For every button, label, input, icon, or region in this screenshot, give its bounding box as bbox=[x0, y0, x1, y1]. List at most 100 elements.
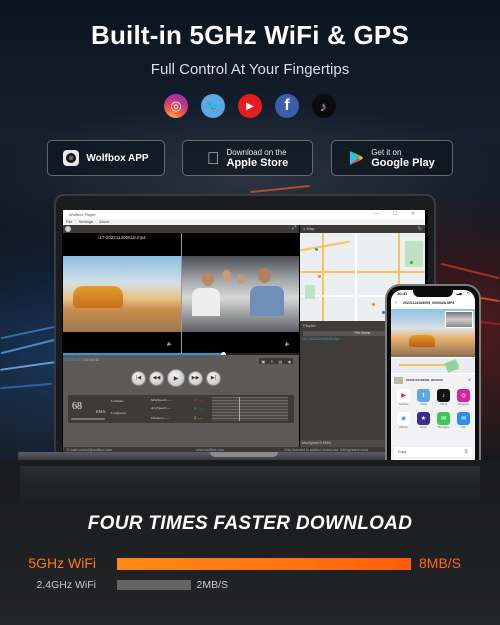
youtube-icon: ▶ bbox=[397, 389, 410, 402]
window-controls[interactable]: — ☐ ✕ bbox=[375, 210, 421, 219]
apple-store-big-label: Apple Store bbox=[220, 156, 289, 169]
youtube-icon[interactable]: ▶ bbox=[238, 94, 262, 118]
page-title: Built-in 5GHz WiFi & GPS bbox=[90, 20, 409, 50]
graph-cursor bbox=[239, 397, 240, 421]
page-subtitle: Full Control At Your Fingertips bbox=[150, 61, 350, 78]
rewind-icon: ◀◀ bbox=[152, 375, 161, 381]
tiktok-icon[interactable]: ♪ bbox=[312, 94, 336, 118]
fast-forward-icon: ▶▶ bbox=[191, 375, 200, 381]
distance-label: Distance:---- bbox=[151, 416, 169, 420]
share-sheet: 20221124163009_000032A ⊗ ▶ YouTube t Twitte… bbox=[391, 374, 475, 474]
front-camera-video bbox=[63, 256, 181, 332]
map-label: Map bbox=[306, 226, 315, 231]
map-park bbox=[444, 359, 460, 373]
fullscreen-icon[interactable]: ⤢ bbox=[292, 225, 296, 231]
apple-store-text: Download on the Apple Store bbox=[227, 148, 289, 169]
skip-forward-icon: ▶| bbox=[210, 375, 217, 381]
apple-store-button[interactable]:  Download on the Apple Store bbox=[182, 140, 313, 176]
skip-back-icon: |◀ bbox=[135, 375, 142, 381]
volume-icon[interactable]: 🔈 bbox=[285, 341, 291, 347]
share-app-youtube[interactable]: ▶ YouTube bbox=[394, 389, 413, 406]
mute-icon[interactable]: ◀ bbox=[287, 359, 290, 364]
copy-action[interactable]: Copy ⎘ bbox=[394, 447, 472, 457]
window-titlebar: Wolfbox Player — ☐ ✕ bbox=[63, 210, 425, 219]
share-app-tiktok[interactable]: ♪ TikTok bbox=[434, 389, 453, 406]
share-app-label: AirDrop bbox=[399, 426, 408, 429]
longitude-label: Longitude: bbox=[111, 411, 127, 415]
phone-screen: 10:41 ▂▄ ◠ ▭ ‹ 20221124163009_000032A.MP… bbox=[391, 290, 475, 474]
interior-camera-pane[interactable]: 🔈 bbox=[182, 233, 299, 353]
previous-file-button[interactable]: |◀ bbox=[131, 370, 146, 386]
facebook-icon[interactable]: f bbox=[275, 94, 299, 118]
max-speed-label: MaxSpeed:---- bbox=[151, 398, 172, 402]
share-app-messages[interactable]: ✉ Messages bbox=[434, 412, 453, 429]
settings-icon[interactable]: ✹ bbox=[270, 359, 273, 364]
wolfbox-app-button[interactable]: Wolfbox APP bbox=[47, 140, 165, 176]
next-file-button[interactable]: ▶| bbox=[206, 370, 221, 386]
share-app-twitter[interactable]: t Twitter bbox=[414, 389, 433, 406]
gsensor-graph bbox=[212, 397, 288, 421]
row-label: 5GHz WiFi bbox=[28, 555, 96, 571]
snapshot-icon[interactable]: ▤ bbox=[279, 359, 283, 364]
share-app-label: Messages bbox=[437, 426, 450, 429]
passenger-image bbox=[237, 274, 245, 284]
menu-file[interactable]: File bbox=[66, 219, 72, 224]
map-road bbox=[355, 233, 357, 321]
comparison-headline: FOUR TIMES FASTER DOWNLOAD bbox=[87, 513, 413, 534]
light-streak bbox=[0, 361, 55, 371]
google-play-icon bbox=[350, 151, 364, 165]
instagram-icon[interactable]: ◎ bbox=[164, 94, 188, 118]
gsensor-x: X: ---- bbox=[194, 398, 203, 402]
volume-icon[interactable]: 🔈 bbox=[167, 341, 173, 347]
fast-forward-button[interactable]: ▶▶ bbox=[188, 370, 203, 386]
save-icon[interactable]: ▣ bbox=[262, 359, 266, 364]
twitter-icon[interactable]: 🐦 bbox=[201, 94, 225, 118]
phone-map[interactable] bbox=[391, 358, 475, 373]
share-app-airdrop[interactable]: ◉ AirDrop bbox=[394, 412, 413, 429]
laptop-notch bbox=[210, 452, 278, 457]
phone-file-title: 20221124163009_000032A.MP4 bbox=[403, 301, 455, 305]
light-streak bbox=[0, 382, 52, 390]
map-road bbox=[300, 240, 350, 251]
phone-status-icons: ▂▄ ◠ ▭ bbox=[456, 291, 470, 295]
share-app-label: iMovie bbox=[419, 426, 428, 429]
google-play-text: Get it on Google Play bbox=[371, 148, 435, 169]
wolfbox-app-label: Wolfbox APP bbox=[86, 152, 149, 164]
phone-video[interactable] bbox=[391, 309, 475, 357]
time-readout: 00:00:38 / 00:00:46 bbox=[65, 357, 100, 362]
driver-shirt bbox=[250, 286, 284, 316]
store-buttons: Wolfbox APP  Download on the Apple Stor… bbox=[47, 140, 453, 176]
video-file-title: i17-20221130061​8.mp4 bbox=[98, 235, 146, 240]
camera-app-icon bbox=[63, 150, 80, 166]
map-park bbox=[305, 285, 315, 299]
gsensor-y: Y: ---- bbox=[194, 407, 203, 411]
map-header: ● Map ↻ bbox=[300, 225, 425, 233]
front-camera-pane[interactable]: i17-20221130061​8.mp4 🔈 bbox=[63, 233, 181, 353]
current-time: 00:00:38 bbox=[65, 357, 81, 362]
share-app-label: Mail bbox=[461, 426, 466, 429]
menu-settings[interactable]: Settings bbox=[79, 219, 93, 224]
copy-label: Copy bbox=[398, 450, 407, 454]
smartphone: 10:41 ▂▄ ◠ ▭ ‹ 20221124163009_000032A.MP… bbox=[385, 284, 481, 480]
menu-about[interactable]: About bbox=[99, 219, 109, 224]
share-app-label: YouTube bbox=[398, 403, 409, 406]
window-title: Wolfbox Player bbox=[69, 212, 96, 217]
play-button[interactable]: ▶ bbox=[167, 369, 185, 387]
share-app-grid: ▶ YouTube t Twitter ♪ TikTok ◎ Instagram ◉ AirDro… bbox=[394, 389, 474, 429]
rewind-button[interactable]: ◀◀ bbox=[149, 370, 164, 386]
passenger-shirt bbox=[192, 288, 220, 316]
close-icon[interactable]: ⊗ bbox=[468, 377, 471, 382]
messages-icon: ✉ bbox=[437, 412, 450, 425]
interior-camera-video bbox=[182, 256, 299, 332]
share-app-instagram[interactable]: ◎ Instagram bbox=[454, 389, 473, 406]
passenger-image bbox=[222, 270, 231, 281]
telemetry-panel: 68 KM/h Latitude: Longitude: MaxSpeed:--… bbox=[68, 395, 294, 423]
play-icon: ▶ bbox=[173, 375, 179, 382]
laptop-screen: Wolfbox Player — ☐ ✕ File Settings About… bbox=[62, 210, 428, 458]
refresh-icon[interactable]: ↻ bbox=[418, 225, 422, 233]
speed-value: 68 bbox=[72, 401, 82, 412]
share-app-imovie[interactable]: ★ iMovie bbox=[414, 412, 433, 429]
share-app-mail[interactable]: ✉ Mail bbox=[454, 412, 473, 429]
google-play-button[interactable]: Get it on Google Play bbox=[331, 140, 453, 176]
map-park bbox=[405, 241, 423, 267]
